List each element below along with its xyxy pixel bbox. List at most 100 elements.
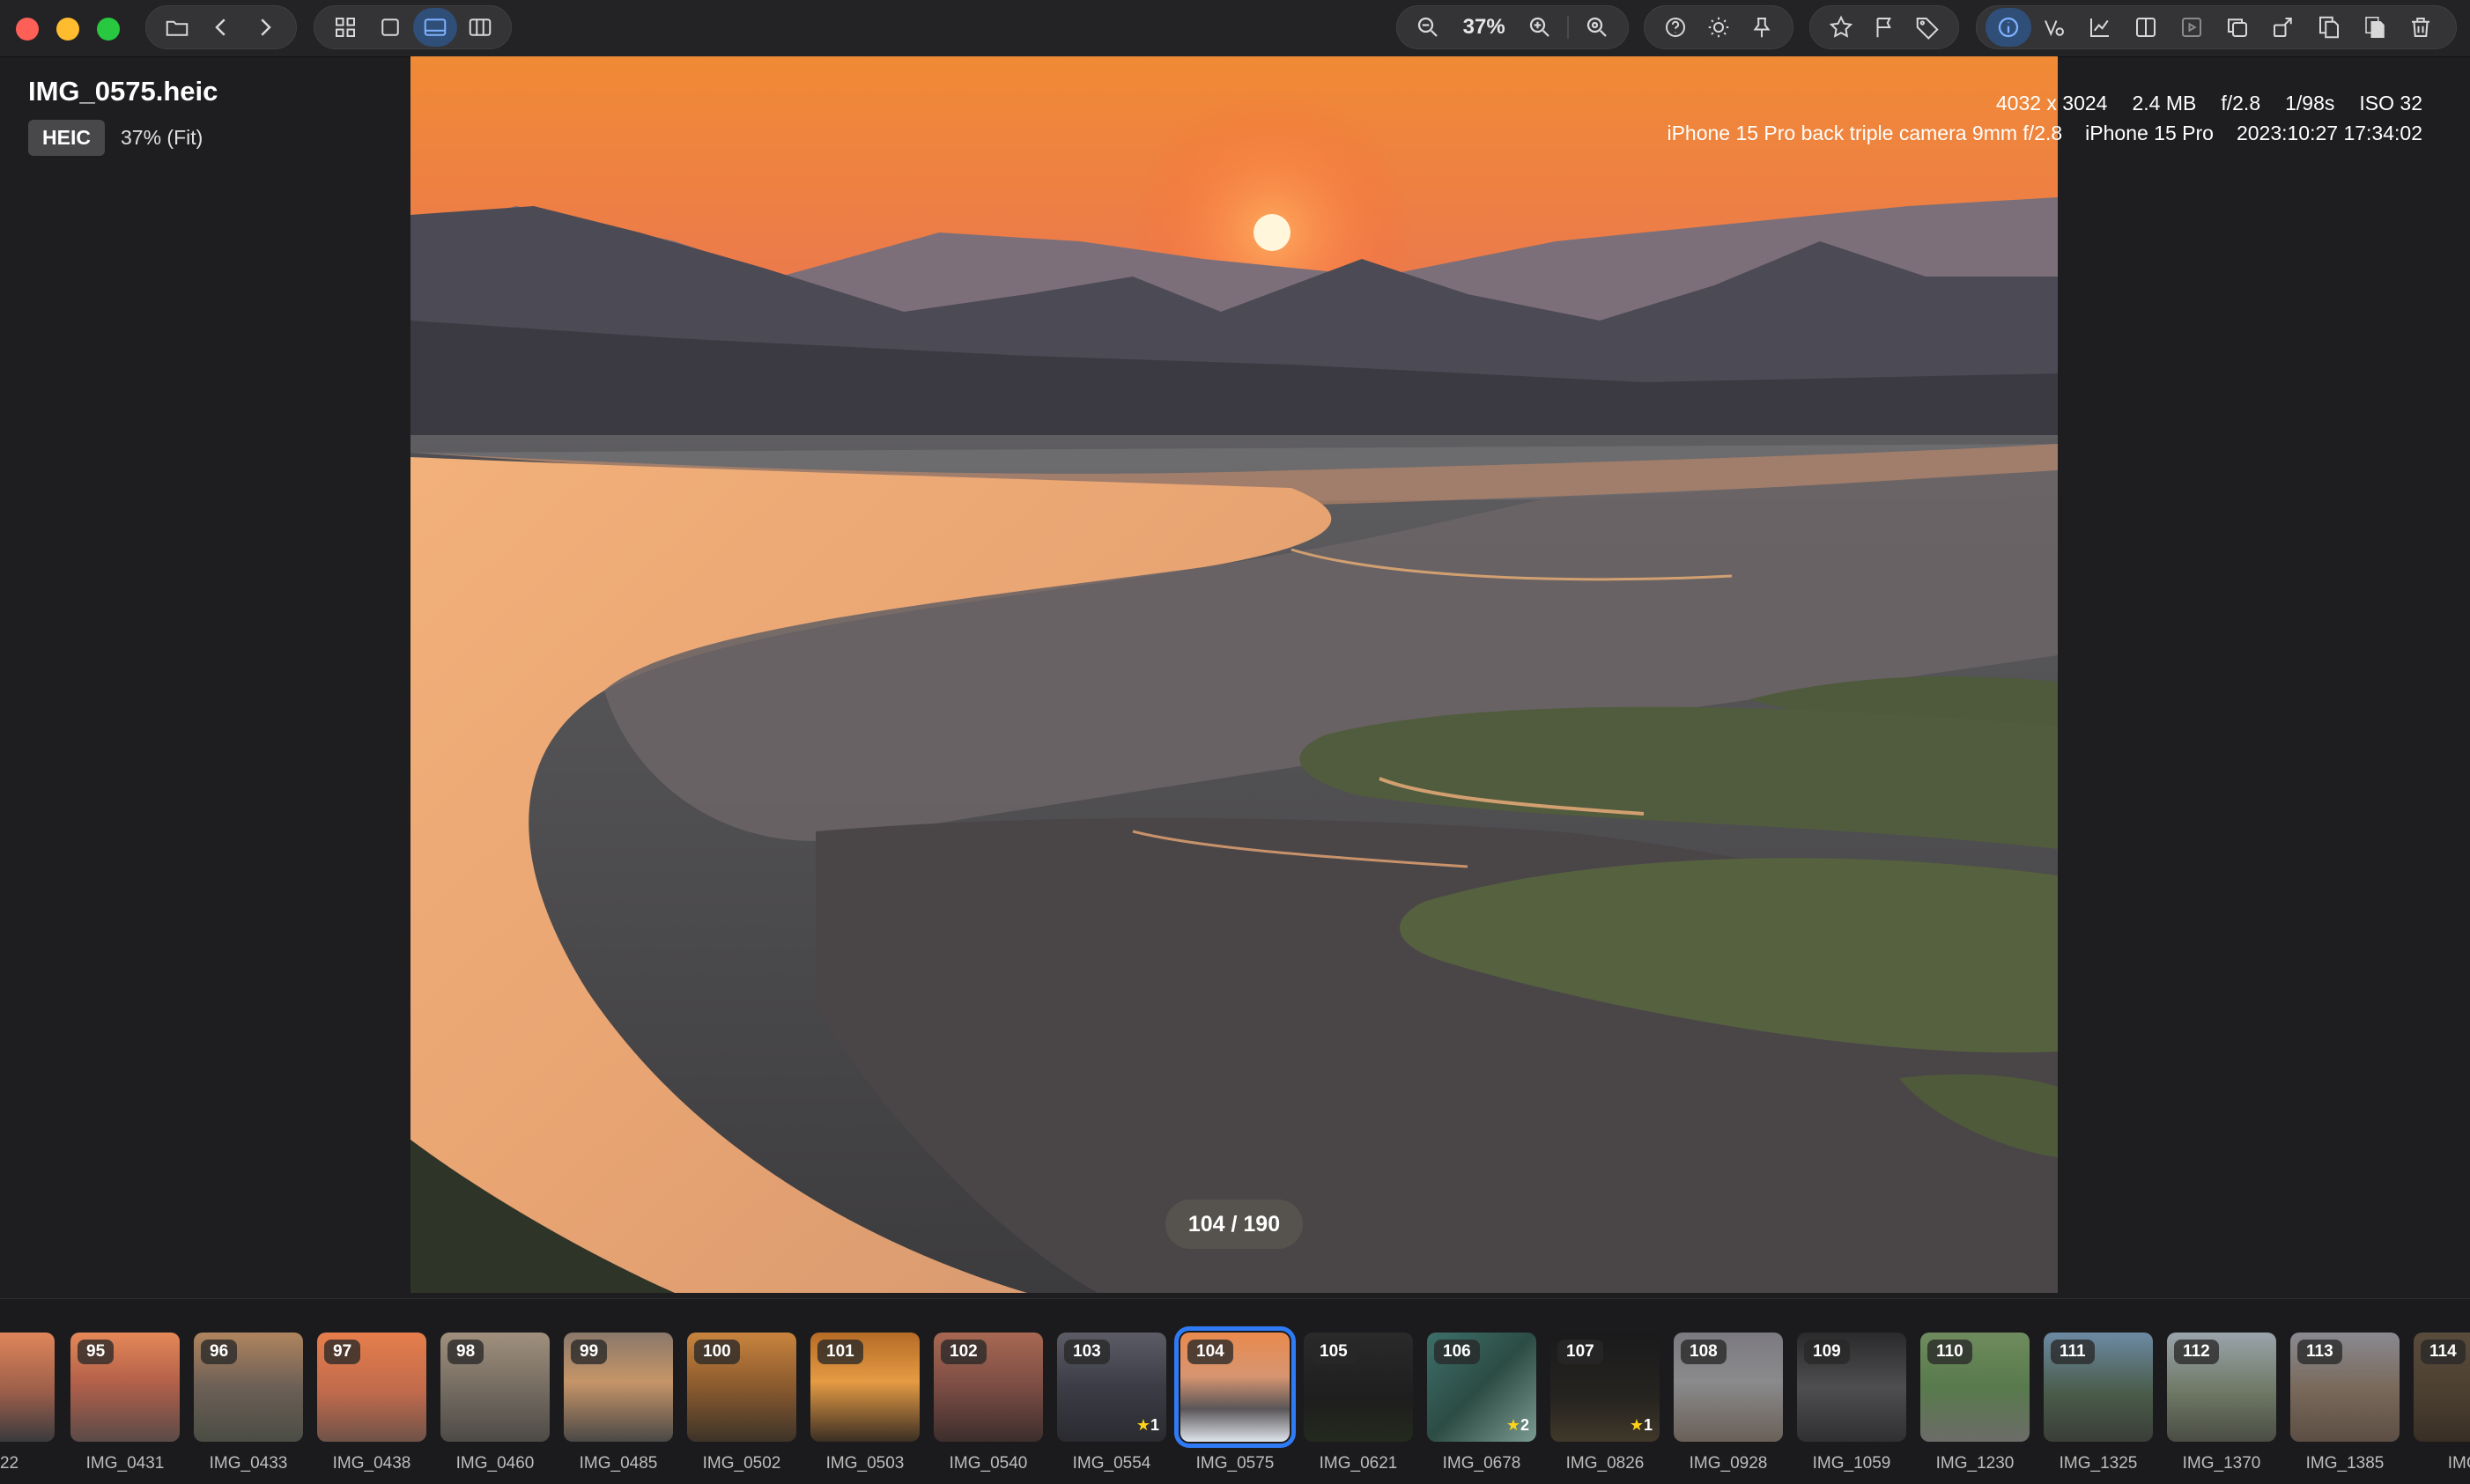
rating-count: 1 — [1150, 1416, 1159, 1434]
panels-group — [1976, 5, 2457, 49]
filmstrip-icon — [424, 18, 447, 36]
thumbnail-index: 99 — [571, 1340, 608, 1364]
filmstrip-thumbnail[interactable]: 111 — [2044, 1333, 2153, 1442]
thumbnail-rating: ★1 — [1630, 1416, 1653, 1435]
filmstrip-thumbnail[interactable]: 104 — [1174, 1326, 1296, 1448]
thumbnail-filename: IMG_0621 — [1319, 1454, 1398, 1473]
filmstrip-thumbnail[interactable]: 103 ★1 — [1057, 1333, 1166, 1442]
thumbnail-filename: IMG_1325 — [2059, 1454, 2138, 1473]
thumbnail-filename: IMG_0503 — [825, 1454, 905, 1473]
thumbnail-index: 95 — [78, 1340, 115, 1364]
favorite-button[interactable] — [1819, 8, 1862, 47]
flag-button[interactable] — [1862, 8, 1905, 47]
thumbnail-filename: IMG_1370 — [2182, 1454, 2261, 1473]
zoom-window-button[interactable] — [97, 18, 120, 41]
single-view-button[interactable] — [368, 8, 413, 47]
thumbnail-index: 102 — [941, 1340, 987, 1364]
slideshow-button[interactable] — [2169, 8, 2215, 47]
filmstrip-thumbnail[interactable]: 107 ★1 — [1550, 1333, 1660, 1442]
zoom-level: 37% — [1462, 15, 1505, 39]
zoom-out-button[interactable] — [1406, 8, 1451, 47]
rating-count: 2 — [1520, 1416, 1529, 1434]
filmstrip-thumbnail[interactable]: 99 — [564, 1333, 673, 1442]
filmstrip-thumbnail[interactable]: 96 — [194, 1333, 303, 1442]
next-button[interactable] — [243, 8, 287, 47]
thumbnail-index: 97 — [324, 1340, 361, 1364]
pin-button[interactable] — [1741, 8, 1784, 47]
split-button[interactable] — [2123, 8, 2169, 47]
filmstrip-thumbnail[interactable]: 114 — [2414, 1333, 2470, 1442]
aperture: f/2.8 — [2221, 92, 2261, 114]
filmstrip-thumbnail[interactable]: 100 — [687, 1333, 796, 1442]
help-button[interactable] — [1653, 8, 1697, 47]
move-file-button[interactable] — [2352, 8, 2398, 47]
previous-button[interactable] — [199, 8, 243, 47]
exif-line-1: 4032 x 3024 2.4 MB f/2.8 1/98s ISO 32 — [1996, 92, 2422, 115]
thumbnail-index: 108 — [1681, 1340, 1727, 1364]
filmstrip-thumbnail[interactable]: 113 — [2290, 1333, 2400, 1442]
thumbnail-filename: 0422 — [0, 1454, 19, 1473]
delete-button[interactable] — [2398, 8, 2444, 47]
thumbnail-filename: IMG_1230 — [1935, 1454, 2015, 1473]
filmstrip-thumbnail[interactable]: 112 — [2167, 1333, 2276, 1442]
copy-file-button[interactable] — [2306, 8, 2352, 47]
duplicate-button[interactable] — [2215, 8, 2260, 47]
minimize-window-button[interactable] — [56, 18, 79, 41]
filmstrip-thumbnail[interactable]: 95 — [70, 1333, 180, 1442]
info-icon — [1998, 17, 2019, 38]
filmstrip-thumbnail[interactable] — [0, 1333, 55, 1442]
chevron-left-icon — [215, 18, 226, 36]
open-folder-button[interactable] — [155, 8, 199, 47]
thumbnail-index: 114 — [2421, 1340, 2466, 1364]
camera-model: iPhone 15 Pro — [2085, 122, 2214, 144]
filmstrip-thumbnail[interactable]: 105 — [1304, 1333, 1413, 1442]
file-size: 2.4 MB — [2132, 92, 2197, 114]
filmstrip-thumbnail[interactable]: 109 — [1797, 1333, 1906, 1442]
filmstrip-thumbnail[interactable]: 106 ★2 — [1427, 1333, 1536, 1442]
iso: ISO 32 — [2359, 92, 2422, 114]
view-mode-group — [314, 5, 512, 49]
copy-icon — [2228, 18, 2247, 37]
thumbnail-index: 109 — [1804, 1340, 1850, 1364]
chart-icon — [2090, 18, 2109, 37]
filmstrip-thumbnail[interactable]: 98 — [440, 1333, 550, 1442]
tag-button[interactable] — [1906, 8, 1949, 47]
filmstrip-thumbnail[interactable]: 97 — [317, 1333, 426, 1442]
filters-button[interactable] — [2031, 8, 2077, 47]
compare-view-button[interactable] — [457, 8, 502, 47]
zoom-fit-icon — [1586, 17, 1607, 37]
format-badge: HEIC — [28, 120, 105, 156]
adjust-button[interactable] — [1697, 8, 1740, 47]
star-icon: ★ — [1505, 1416, 1520, 1434]
thumbnail-index: 112 — [2174, 1340, 2219, 1364]
histogram-button[interactable] — [2077, 8, 2123, 47]
play-icon — [2182, 18, 2201, 37]
thumbnail-index: 111 — [2051, 1340, 2095, 1364]
split-icon — [2136, 18, 2156, 37]
divider — [1567, 16, 1570, 39]
grid-view-button[interactable] — [323, 8, 368, 47]
image-dimensions: 4032 x 3024 — [1995, 92, 2108, 114]
thumbnail-filename: IMG_0678 — [1442, 1454, 1521, 1473]
filmstrip-thumbnail[interactable]: 102 — [934, 1333, 1043, 1442]
filmstrip-thumbnail[interactable]: 108 — [1674, 1333, 1783, 1442]
thumbnail-index: 98 — [447, 1340, 484, 1364]
thumbnail-filename: IMG_0460 — [455, 1454, 535, 1473]
thumbnail-filename: IMG_0438 — [332, 1454, 411, 1473]
zoom-fit-button[interactable] — [1574, 8, 1619, 47]
filmstrip-thumbnail[interactable]: 110 — [1920, 1333, 2030, 1442]
thumbnail-filename: IMG_0554 — [1072, 1454, 1151, 1473]
zoom-in-button[interactable] — [1518, 8, 1563, 47]
filmstrip: 0422 95 IMG_0431 96 IMG_0433 97 IMG_0438 98 IMG_… — [0, 1298, 2470, 1484]
main-photo[interactable] — [410, 56, 2058, 1293]
close-window-button[interactable] — [16, 18, 39, 41]
lens-model: iPhone 15 Pro back triple camera 9mm f/2… — [1667, 122, 2063, 144]
filmstrip-view-button[interactable] — [412, 8, 458, 47]
rotate-icon — [2274, 18, 2292, 37]
filmstrip-thumbnail[interactable]: 101 — [810, 1333, 920, 1442]
info-button[interactable] — [1986, 8, 2031, 47]
thumbnail-index: 110 — [1927, 1340, 1972, 1364]
thumbnail-rating: ★1 — [1136, 1416, 1159, 1435]
file-copy-icon — [2319, 16, 2339, 39]
rotate-button[interactable] — [2260, 8, 2306, 47]
